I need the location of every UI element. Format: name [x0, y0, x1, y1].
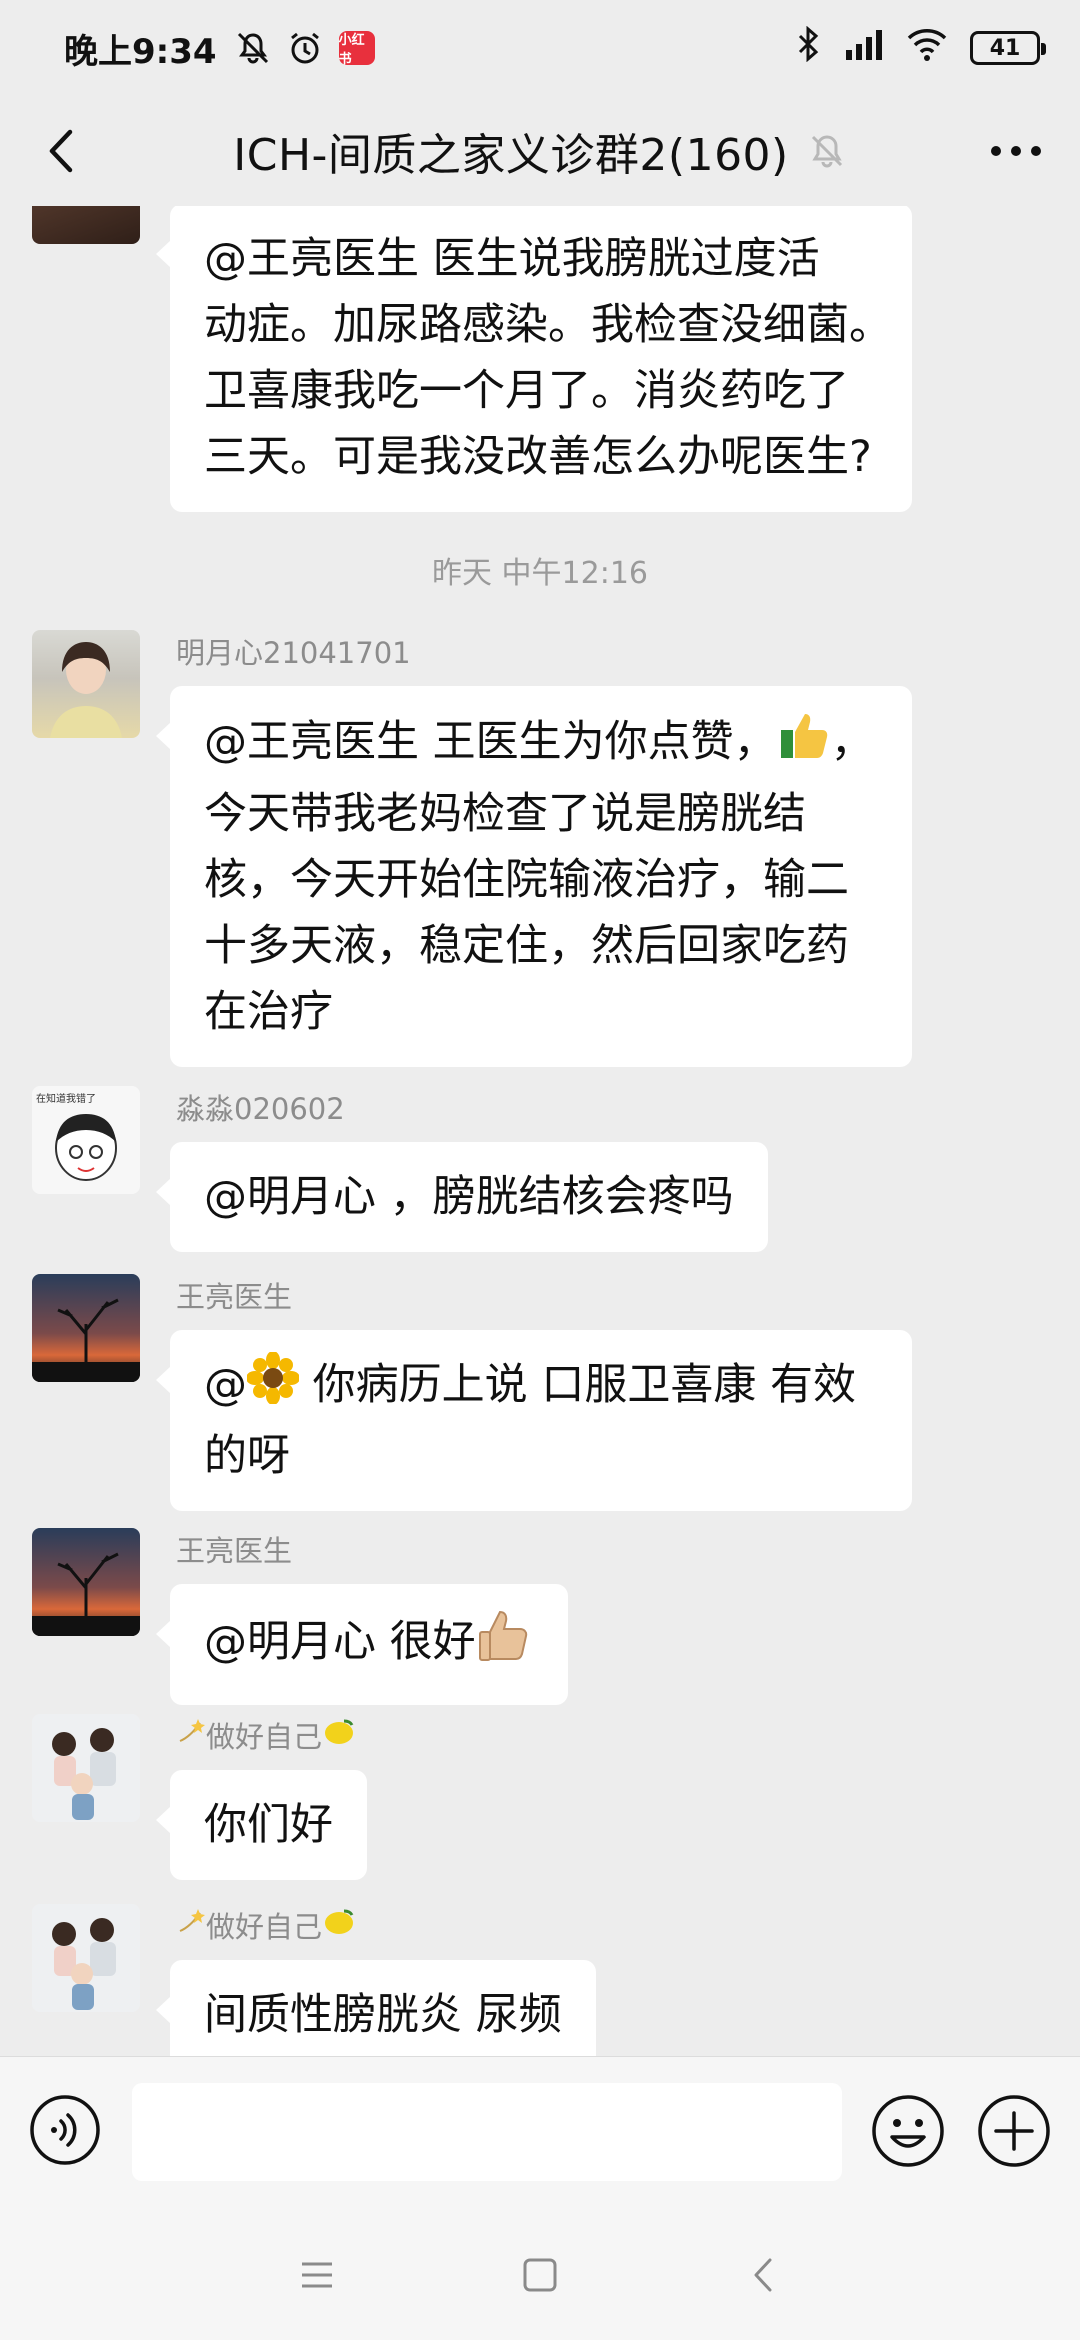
message-text: @王亮医生 医生说我膀胱过度活 [204, 234, 820, 284]
avatar[interactable] [32, 630, 140, 738]
sender-name: 淼淼020602 [176, 1092, 345, 1126]
wifi-icon [906, 26, 948, 71]
smile-icon[interactable] [870, 2093, 946, 2169]
dizzy-star-icon [176, 1717, 206, 1754]
bluetooth-icon [796, 25, 822, 71]
avatar[interactable] [32, 1274, 140, 1382]
voice-icon[interactable] [28, 2093, 102, 2167]
message-bubble[interactable]: @明月心 很好 [156, 1584, 568, 1705]
back-triangle-icon[interactable] [740, 2250, 790, 2300]
sender-name: 王亮医生 [176, 1280, 293, 1314]
sender-name: 王亮医生 [176, 1534, 293, 1568]
lemon-icon [322, 1717, 356, 1754]
input-bar [0, 2056, 1080, 2210]
more-dots-icon[interactable] [986, 126, 1046, 176]
message-text: 卫喜康我吃一个月了。消炎药吃了 [204, 366, 849, 416]
message-text: ， [830, 717, 874, 767]
app-badge-icon: 小红书 [338, 31, 375, 67]
message-bubble[interactable]: @明月心 ，膀胱结核会疼吗 [156, 1142, 768, 1252]
sender-name-text: 做好自己 [206, 1910, 323, 1944]
svg-text:在知道我错了: 在知道我错了 [36, 1092, 96, 1105]
sender-name: 明月心21041701 [176, 636, 411, 670]
thumbs-up-emoji-icon [476, 1606, 534, 1683]
message-bubble[interactable]: 间质性膀胱炎 尿频 [156, 1960, 596, 2056]
message-bubble[interactable]: 你们好 [156, 1770, 367, 1880]
dizzy-star-icon [176, 1907, 206, 1944]
message-text: 核，今天开始住院输液治疗，输二 [204, 855, 849, 905]
signal-icon [844, 26, 884, 71]
avatar[interactable] [32, 1904, 140, 2012]
message-text: @王亮医生 王医生为你点赞， [204, 717, 777, 767]
notification-off-icon [235, 30, 271, 66]
chat-title: ICH-间质之家义诊群2(160) [233, 130, 789, 181]
status-bar: 晚上9:34 小红书 41 [0, 0, 1080, 96]
avatar[interactable] [32, 206, 140, 244]
sender-name: 做好自己 [176, 1714, 356, 1756]
alarm-icon [287, 30, 323, 66]
chat-area[interactable]: @王亮医生 医生说我膀胱过度活 动症。加尿路感染。我检查没细菌。 卫喜康我吃一个… [0, 206, 1080, 2056]
message-input[interactable] [132, 2083, 842, 2181]
message-text: 今天带我老妈检查了说是膀胱结 [204, 789, 806, 839]
avatar[interactable] [32, 1714, 140, 1822]
message-text: 间质性膀胱炎 尿频 [204, 1990, 562, 2040]
system-nav-bar [0, 2210, 1080, 2340]
message-text: 你们好 [204, 1800, 333, 1850]
message-text: @明月心 ，膀胱结核会疼吗 [204, 1172, 734, 1222]
message-text: @明月心 很好 [204, 1617, 476, 1667]
message-bubble[interactable]: @王亮医生 医生说我膀胱过度活 动症。加尿路感染。我检查没细菌。 卫喜康我吃一个… [156, 206, 912, 512]
thumbs-up-emoji-icon [777, 708, 831, 781]
message-text: @ [204, 1360, 247, 1410]
message-text: 的呀 [204, 1431, 290, 1481]
plus-icon[interactable] [976, 2093, 1052, 2169]
message-text: 你病历上说 口服卫喜康 有效 [299, 1360, 857, 1410]
lemon-icon [322, 1907, 356, 1944]
sender-name-text: 做好自己 [206, 1720, 323, 1754]
message-text: 在治疗 [204, 987, 333, 1037]
timestamp: 昨天 中午12:16 [432, 556, 648, 591]
message-text: 十多天液，稳定住，然后回家吃药 [204, 921, 849, 971]
chevron-left-icon[interactable] [36, 124, 90, 178]
bell-off-icon [811, 135, 842, 168]
status-time: 晚上9:34 [64, 31, 217, 72]
avatar[interactable] [32, 1528, 140, 1636]
battery-icon: 41 [970, 31, 1046, 65]
sender-name: 做好自己 [176, 1904, 356, 1946]
message-text: 三天。可是我没改善怎么办呢医生? [204, 432, 872, 482]
message-bubble[interactable]: @ 你病历上说 口服卫喜康 有效 的呀 [156, 1330, 912, 1511]
message-text: 动症。加尿路感染。我检查没细菌。 [204, 300, 892, 350]
chat-header: ICH-间质之家义诊群2(160) [0, 96, 1080, 206]
message-bubble[interactable]: @王亮医生 王医生为你点赞， ， 今天带我老妈检查了说是膀胱结 核，今天开始住院输… [156, 686, 912, 1067]
avatar[interactable]: 在知道我错了 [32, 1086, 140, 1194]
home-square-icon[interactable] [515, 2250, 565, 2300]
sunflower-emoji-icon [246, 1351, 300, 1423]
menu-icon[interactable] [292, 2250, 342, 2300]
